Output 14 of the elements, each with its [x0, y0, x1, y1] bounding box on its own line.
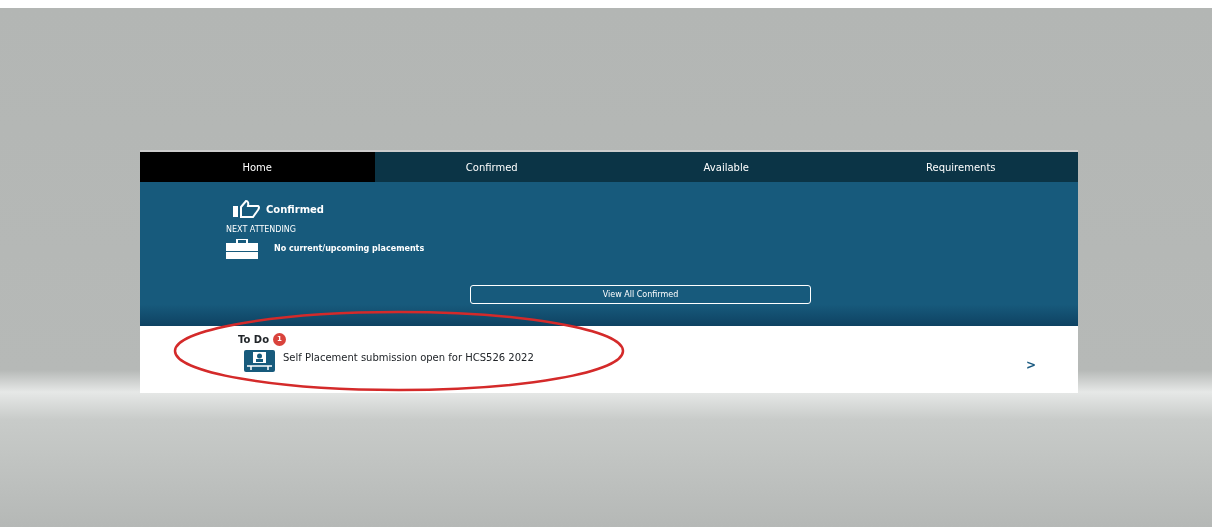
- nav-tab[interactable]: Home: [140, 152, 375, 182]
- placement-status: No current/upcoming placements: [274, 243, 425, 255]
- chevron-link[interactable]: >: [1025, 356, 1036, 374]
- view-all-confirmed-button[interactable]: View All Confirmed: [470, 285, 811, 304]
- next-attending-label: NEXT ATTENDING: [226, 224, 298, 236]
- section-title: Confirmed: [266, 202, 325, 217]
- nav-tab[interactable]: Requirements: [843, 152, 1078, 182]
- nav-tab[interactable]: Available: [609, 152, 844, 182]
- id-card-icon: [244, 350, 275, 372]
- todo-title: To Do: [238, 333, 269, 347]
- briefcase-icon: [226, 239, 258, 259]
- nav-tab[interactable]: Confirmed: [374, 152, 609, 182]
- thumbs-up-icon: [232, 200, 262, 218]
- todo-item[interactable]: Self Placement submission open for HCS526 2022: [283, 350, 534, 365]
